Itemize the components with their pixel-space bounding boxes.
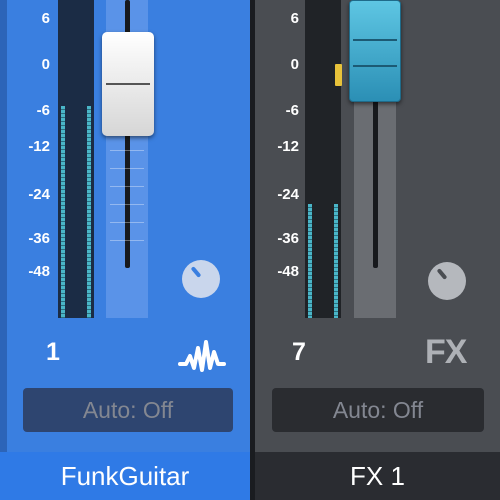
scale-label-0: 0 bbox=[290, 56, 299, 73]
channel-name-tab-7[interactable]: FX 1 bbox=[255, 452, 500, 500]
scale-label-minus24: -24 bbox=[28, 186, 50, 203]
scale-label-minus48: -48 bbox=[277, 263, 299, 280]
meter-bar-right bbox=[87, 106, 91, 318]
scale-label-minus48: -48 bbox=[28, 263, 50, 280]
pan-knob[interactable] bbox=[428, 262, 466, 300]
volume-fader-handle[interactable] bbox=[349, 0, 401, 102]
pan-knob[interactable] bbox=[182, 260, 220, 298]
channel-number: 1 bbox=[46, 338, 60, 366]
scale-label-minus12: -12 bbox=[277, 138, 299, 155]
scale-label-minus12: -12 bbox=[28, 138, 50, 155]
meter-bar-left bbox=[308, 204, 312, 318]
waveform-icon bbox=[178, 340, 226, 372]
channel-number: 7 bbox=[292, 338, 306, 366]
peak-indicator bbox=[335, 64, 342, 86]
scale-label-minus24: -24 bbox=[277, 186, 299, 203]
channel-strip-7[interactable]: 6 0 -6 -12 -24 -36 -48 7 Auto: Off bbox=[255, 0, 500, 452]
volume-fader-handle[interactable] bbox=[102, 32, 154, 136]
level-meter bbox=[58, 0, 94, 318]
scale-label-minus6: -6 bbox=[285, 102, 299, 119]
scale-label-6: 6 bbox=[290, 10, 299, 27]
meter-bar-right bbox=[334, 204, 338, 318]
scale-label-minus36: -36 bbox=[28, 230, 50, 247]
scale-label-0: 0 bbox=[41, 56, 50, 73]
automation-button[interactable]: Auto: Off bbox=[272, 388, 484, 432]
level-meter bbox=[305, 0, 341, 318]
meter-bar-left bbox=[61, 106, 65, 318]
automation-button[interactable]: Auto: Off bbox=[23, 388, 233, 432]
channel-name-tab-1[interactable]: FunkGuitar bbox=[0, 452, 250, 500]
scale-label-minus6: -6 bbox=[36, 102, 50, 119]
mixer-view: 6 0 -6 -12 -24 -36 -48 1 Auto: Off 6 0 -… bbox=[0, 0, 500, 500]
scale-label-minus36: -36 bbox=[277, 230, 299, 247]
fx-type-label: FX bbox=[425, 333, 467, 371]
strip-edge bbox=[0, 0, 7, 452]
scale-label-6: 6 bbox=[41, 10, 50, 27]
channel-strip-1[interactable]: 6 0 -6 -12 -24 -36 -48 1 Auto: Off bbox=[0, 0, 250, 452]
